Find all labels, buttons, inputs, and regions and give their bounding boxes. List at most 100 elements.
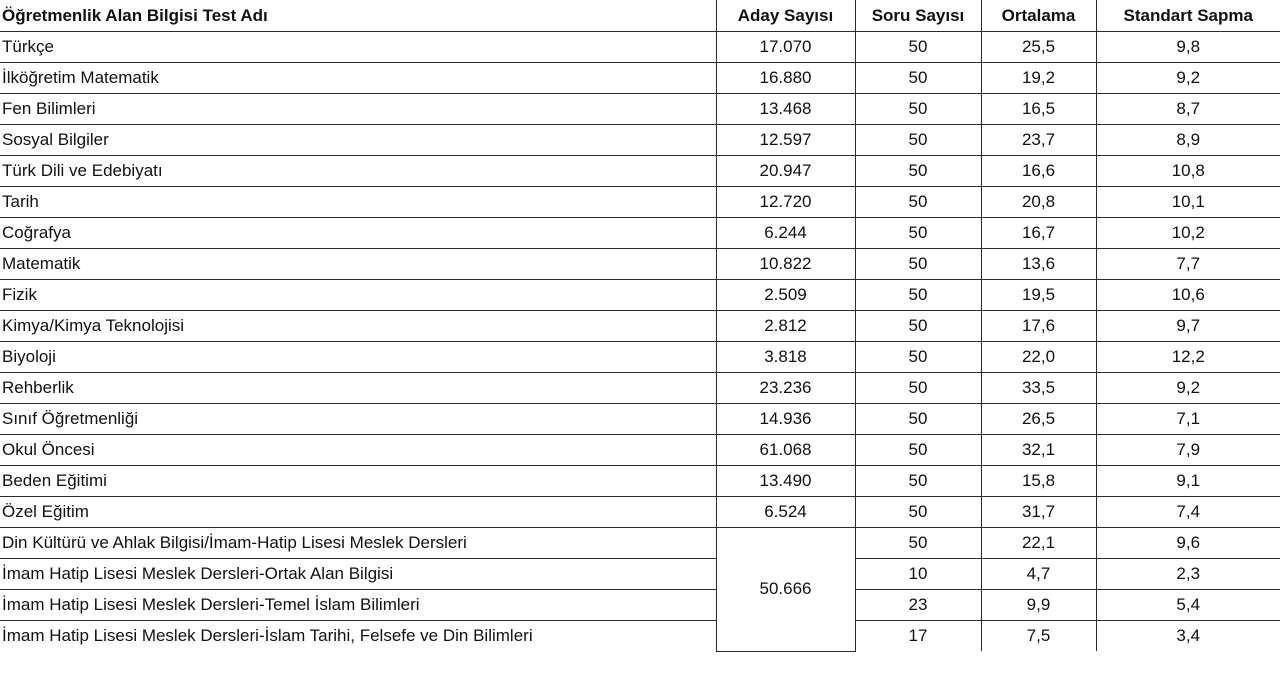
table-row: İmam Hatip Lisesi Meslek Dersleri-İslam …: [0, 620, 1280, 651]
test-name-cell: Matematik: [0, 248, 717, 280]
std-dev-cell: 7,7: [1095, 248, 1280, 280]
question-count-cell: 50: [854, 403, 982, 435]
question-count-cell: 50: [854, 217, 982, 249]
candidate-count-cell: 6.524: [715, 496, 856, 528]
candidate-count-cell: 2.812: [715, 310, 856, 342]
mean-cell: 16,7: [980, 217, 1097, 249]
candidate-count-cell: 20.947: [715, 155, 856, 187]
mean-cell: 7,5: [980, 620, 1097, 651]
std-dev-cell: 7,9: [1095, 434, 1280, 466]
candidate-count-cell: 6.244: [715, 217, 856, 249]
mean-cell: 19,5: [980, 279, 1097, 311]
test-name-cell: Tarih: [0, 186, 717, 218]
test-name-cell: İlköğretim Matematik: [0, 62, 717, 94]
header-question-count: Soru Sayısı: [854, 0, 982, 32]
test-name-cell: Din Kültürü ve Ahlak Bilgisi/İmam-Hatip …: [0, 527, 717, 559]
mean-cell: 31,7: [980, 496, 1097, 528]
table-row: Coğrafya 6.244 50 16,7 10,2: [0, 217, 1280, 249]
candidate-count-cell: 23.236: [715, 372, 856, 404]
std-dev-cell: 7,1: [1095, 403, 1280, 435]
test-name-cell: İmam Hatip Lisesi Meslek Dersleri-Temel …: [0, 589, 717, 621]
table-row: Fen Bilimleri 13.468 50 16,5 8,7: [0, 93, 1280, 125]
test-name-cell: Türk Dili ve Edebiyatı: [0, 155, 717, 187]
std-dev-cell: 3,4: [1095, 620, 1280, 651]
table-row: Sınıf Öğretmenliği 14.936 50 26,5 7,1: [0, 403, 1280, 435]
question-count-cell: 50: [854, 434, 982, 466]
mean-cell: 26,5: [980, 403, 1097, 435]
mean-cell: 22,0: [980, 341, 1097, 373]
mean-cell: 16,6: [980, 155, 1097, 187]
question-count-cell: 50: [854, 31, 982, 63]
std-dev-cell: 9,6: [1095, 527, 1280, 559]
table-row: Fizik 2.509 50 19,5 10,6: [0, 279, 1280, 311]
std-dev-cell: 7,4: [1095, 496, 1280, 528]
candidate-count-cell: 3.818: [715, 341, 856, 373]
candidate-count-cell: 12.720: [715, 186, 856, 218]
question-count-cell: 50: [854, 341, 982, 373]
results-table: Öğretmenlik Alan Bilgisi Test Adı Aday S…: [0, 0, 1280, 652]
header-row: Öğretmenlik Alan Bilgisi Test Adı Aday S…: [0, 0, 1280, 32]
question-count-cell: 50: [854, 186, 982, 218]
test-name-cell: İmam Hatip Lisesi Meslek Dersleri-Ortak …: [0, 558, 717, 590]
test-name-cell: Fen Bilimleri: [0, 93, 717, 125]
test-name-cell: Beden Eğitimi: [0, 465, 717, 497]
std-dev-cell: 9,7: [1095, 310, 1280, 342]
test-name-cell: Sosyal Bilgiler: [0, 124, 717, 156]
table-header: Öğretmenlik Alan Bilgisi Test Adı Aday S…: [0, 0, 1280, 32]
mean-cell: 20,8: [980, 186, 1097, 218]
question-count-cell: 50: [854, 62, 982, 94]
mean-cell: 9,9: [980, 589, 1097, 621]
test-name-cell: Özel Eğitim: [0, 496, 717, 528]
question-count-cell: 23: [854, 589, 982, 621]
question-count-cell: 50: [854, 279, 982, 311]
table-body: Türkçe 17.070 50 25,5 9,8 İlköğretim Matemati…: [0, 31, 1280, 652]
question-count-cell: 50: [854, 124, 982, 156]
table-row: Türkçe 17.070 50 25,5 9,8: [0, 31, 1280, 63]
question-count-cell: 50: [854, 248, 982, 280]
table-row: Biyoloji 3.818 50 22,0 12,2: [0, 341, 1280, 373]
table-row: Türk Dili ve Edebiyatı 20.947 50 16,6 10,8: [0, 155, 1280, 187]
std-dev-cell: 2,3: [1095, 558, 1280, 590]
test-name-cell: Biyoloji: [0, 341, 717, 373]
test-name-cell: Kimya/Kimya Teknolojisi: [0, 310, 717, 342]
table-row: Sosyal Bilgiler 12.597 50 23,7 8,9: [0, 124, 1280, 156]
mean-cell: 16,5: [980, 93, 1097, 125]
question-count-cell: 50: [854, 527, 982, 559]
candidate-count-cell: 13.468: [715, 93, 856, 125]
test-name-cell: Coğrafya: [0, 217, 717, 249]
std-dev-cell: 9,1: [1095, 465, 1280, 497]
question-count-cell: 50: [854, 155, 982, 187]
std-dev-cell: 12,2: [1095, 341, 1280, 373]
std-dev-cell: 9,2: [1095, 62, 1280, 94]
candidate-count-cell: 12.597: [715, 124, 856, 156]
std-dev-cell: 10,6: [1095, 279, 1280, 311]
table-row: Rehberlik 23.236 50 33,5 9,2: [0, 372, 1280, 404]
mean-cell: 25,5: [980, 31, 1097, 63]
test-name-cell: Sınıf Öğretmenliği: [0, 403, 717, 435]
mean-cell: 33,5: [980, 372, 1097, 404]
question-count-cell: 10: [854, 558, 982, 590]
question-count-cell: 50: [854, 496, 982, 528]
std-dev-cell: 8,7: [1095, 93, 1280, 125]
candidate-count-merged-cell: 50.666: [715, 527, 856, 652]
table-row: Beden Eğitimi 13.490 50 15,8 9,1: [0, 465, 1280, 497]
candidate-count-cell: 16.880: [715, 62, 856, 94]
table-row: İlköğretim Matematik 16.880 50 19,2 9,2: [0, 62, 1280, 94]
question-count-cell: 17: [854, 620, 982, 651]
test-name-cell: Fizik: [0, 279, 717, 311]
candidate-count-cell: 10.822: [715, 248, 856, 280]
std-dev-cell: 10,2: [1095, 217, 1280, 249]
std-dev-cell: 10,8: [1095, 155, 1280, 187]
question-count-cell: 50: [854, 465, 982, 497]
candidate-count-cell: 17.070: [715, 31, 856, 63]
test-name-cell: Rehberlik: [0, 372, 717, 404]
mean-cell: 13,6: [980, 248, 1097, 280]
std-dev-cell: 9,8: [1095, 31, 1280, 63]
table-row: Din Kültürü ve Ahlak Bilgisi/İmam-Hatip …: [0, 527, 1280, 652]
test-name-cell: Türkçe: [0, 31, 717, 63]
candidate-count-cell: 13.490: [715, 465, 856, 497]
std-dev-cell: 8,9: [1095, 124, 1280, 156]
mean-cell: 32,1: [980, 434, 1097, 466]
std-dev-cell: 5,4: [1095, 589, 1280, 621]
mean-cell: 19,2: [980, 62, 1097, 94]
